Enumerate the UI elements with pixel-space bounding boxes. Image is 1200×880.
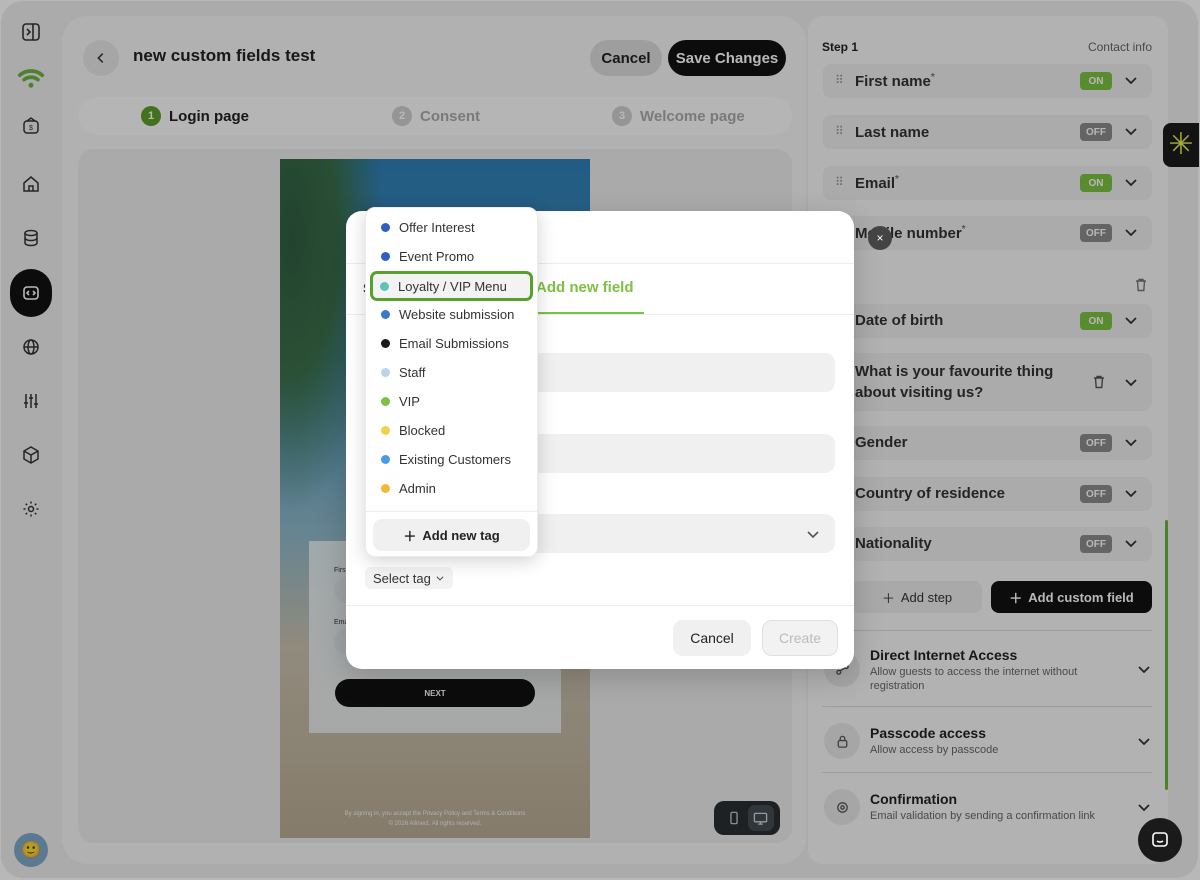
modal-create-button[interactable]: Create	[762, 620, 838, 656]
tag-color-dot	[381, 483, 390, 493]
tag-label: Email Submissions	[399, 335, 509, 351]
field-option-select[interactable]	[522, 514, 835, 553]
chat-icon	[1152, 832, 1168, 847]
plus-icon: ＋	[403, 528, 417, 544]
tag-color-dot	[381, 309, 390, 319]
tag-option-offer-interest[interactable]: Offer Interest	[372, 214, 533, 240]
tag-label: Existing Customers	[399, 451, 511, 467]
tag-option-vip[interactable]: VIP	[372, 388, 533, 414]
tag-color-dot	[381, 338, 390, 348]
tag-color-dot	[380, 281, 389, 291]
tag-label: Event Promo	[399, 248, 475, 264]
add-new-tag-button[interactable]: ＋ Add new tag	[373, 519, 530, 551]
tag-label: VIP	[399, 393, 420, 409]
tag-option-website-submission[interactable]: Website submission	[372, 301, 533, 327]
tag-color-dot	[381, 251, 390, 261]
field-type-input[interactable]	[522, 434, 835, 473]
tag-color-dot	[381, 222, 390, 232]
tag-label: Blocked	[399, 422, 446, 438]
close-icon[interactable]: ×	[868, 226, 892, 250]
chat-button[interactable]	[1138, 818, 1182, 862]
chevron-down-icon	[436, 576, 444, 581]
tag-option-staff[interactable]: Staff	[372, 359, 533, 385]
tag-label: Website submission	[399, 306, 515, 322]
chevron-down-icon	[807, 531, 819, 539]
modal-cancel-button[interactable]: Cancel	[673, 620, 751, 656]
tag-label: Loyalty / VIP Menu	[398, 278, 507, 294]
select-tag-button[interactable]: Select tag	[365, 567, 453, 589]
tag-option-email-submissions[interactable]: Email Submissions	[372, 330, 533, 356]
tag-color-dot	[381, 425, 390, 435]
tag-option-event-promo[interactable]: Event Promo	[372, 243, 533, 269]
tag-option-existing-customers[interactable]: Existing Customers	[372, 446, 533, 472]
divider	[366, 511, 537, 512]
tag-label: Admin	[399, 480, 436, 496]
tag-label: Staff	[399, 364, 426, 380]
tag-color-dot	[381, 367, 390, 377]
tag-dropdown: Offer Interest Event Promo Loyalty / VIP…	[365, 207, 538, 557]
tag-option-loyalty-vip-menu[interactable]: Loyalty / VIP Menu	[370, 271, 533, 301]
select-tag-label: Select tag	[373, 570, 431, 586]
tag-label: Offer Interest	[399, 219, 475, 235]
field-name-input[interactable]	[522, 353, 835, 392]
add-new-tag-label: Add new tag	[422, 527, 500, 543]
tag-color-dot	[381, 454, 390, 464]
tab-add-new-field[interactable]: Add new field	[536, 279, 634, 296]
divider	[346, 605, 854, 606]
tag-color-dot	[381, 396, 390, 406]
tag-option-blocked[interactable]: Blocked	[372, 417, 533, 443]
tag-option-admin[interactable]: Admin	[372, 475, 533, 501]
